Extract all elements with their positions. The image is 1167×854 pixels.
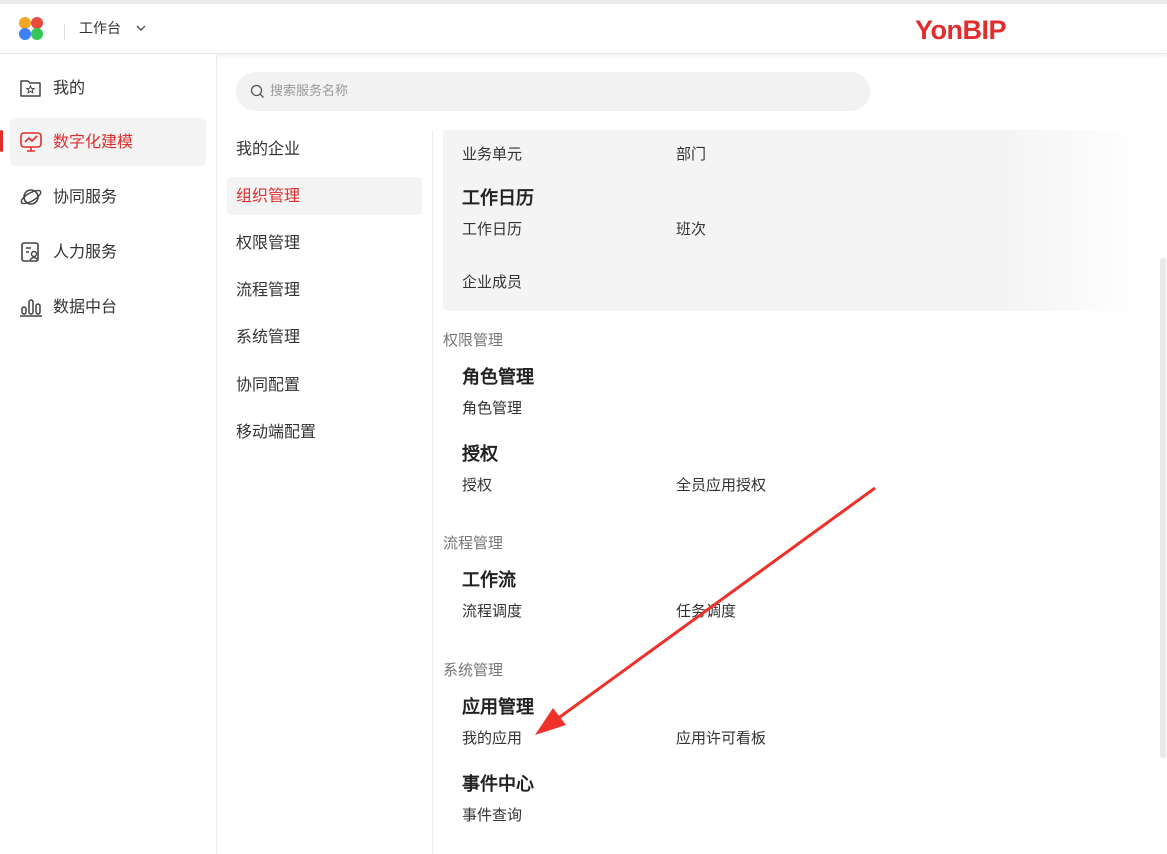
category-label: 系统管理 bbox=[236, 327, 301, 346]
category-org-management[interactable]: 组织管理 bbox=[227, 177, 422, 215]
category-label: 我的企业 bbox=[236, 139, 301, 158]
org-management-panel bbox=[443, 130, 1143, 311]
category-process-management[interactable]: 流程管理 bbox=[227, 271, 422, 309]
link-role-management[interactable]: 角色管理 bbox=[462, 398, 522, 418]
category-label: 流程管理 bbox=[236, 280, 301, 299]
sidebar-item-label: 数字化建模 bbox=[53, 132, 134, 151]
category-my-enterprise[interactable]: 我的企业 bbox=[227, 130, 422, 168]
group-title-app-management: 应用管理 bbox=[462, 697, 534, 718]
group-title-work-calendar: 工作日历 bbox=[462, 188, 534, 209]
group-title-event-center: 事件中心 bbox=[462, 774, 534, 795]
category-label: 权限管理 bbox=[236, 233, 301, 252]
section-title-permission: 权限管理 bbox=[443, 331, 504, 349]
category-list: 我的企业 组织管理 权限管理 流程管理 系统管理 协同配置 移动端配置 bbox=[217, 130, 433, 854]
planet-icon bbox=[20, 189, 42, 205]
link-all-member-app-auth[interactable]: 全员应用授权 bbox=[676, 475, 766, 495]
category-mobile-config[interactable]: 移动端配置 bbox=[227, 413, 422, 451]
link-my-apps[interactable]: 我的应用 bbox=[462, 728, 522, 748]
main-sidebar: 我的 数字化建模 协同服务 人力服务 数据中台 bbox=[0, 54, 217, 854]
service-content: 业务单元 部门 工作日历 工作日历 班次 企业成员 权限管理 角色管理 角色管理… bbox=[433, 130, 1167, 854]
category-collab-config[interactable]: 协同配置 bbox=[227, 366, 422, 404]
brand-logo: YonBIP bbox=[915, 15, 1007, 45]
link-business-unit[interactable]: 业务单元 bbox=[462, 144, 522, 164]
sidebar-item-hr[interactable]: 人力服务 bbox=[10, 228, 206, 276]
link-task-scheduling[interactable]: 任务调度 bbox=[676, 601, 736, 621]
sidebar-item-label: 人力服务 bbox=[53, 242, 118, 261]
search-icon bbox=[250, 84, 264, 98]
id-card-icon bbox=[21, 242, 39, 262]
service-search-box[interactable] bbox=[236, 72, 870, 111]
group-title-workflow: 工作流 bbox=[462, 570, 516, 591]
link-shift[interactable]: 班次 bbox=[676, 219, 706, 239]
link-app-license-board[interactable]: 应用许可看板 bbox=[676, 728, 766, 748]
sidebar-item-label: 我的 bbox=[53, 78, 86, 97]
link-authorization[interactable]: 授权 bbox=[462, 475, 492, 495]
link-process-scheduling[interactable]: 流程调度 bbox=[462, 601, 522, 621]
link-enterprise-members[interactable]: 企业成员 bbox=[462, 272, 522, 292]
category-label: 组织管理 bbox=[236, 186, 301, 205]
app-logo[interactable] bbox=[18, 17, 48, 43]
sidebar-item-label: 协同服务 bbox=[53, 187, 118, 206]
folder-star-icon bbox=[20, 80, 41, 97]
section-title-process: 流程管理 bbox=[443, 534, 504, 552]
monitor-chart-icon bbox=[20, 132, 42, 152]
group-title-role-management: 角色管理 bbox=[462, 367, 534, 388]
sidebar-item-label: 数据中台 bbox=[53, 297, 118, 316]
category-label: 协同配置 bbox=[236, 375, 301, 394]
link-work-calendar[interactable]: 工作日历 bbox=[462, 219, 522, 239]
sidebar-item-mine[interactable]: 我的 bbox=[10, 64, 206, 112]
category-permission-management[interactable]: 权限管理 bbox=[227, 224, 422, 262]
link-department[interactable]: 部门 bbox=[676, 144, 706, 164]
sidebar-item-collaboration[interactable]: 协同服务 bbox=[10, 173, 206, 221]
group-title-authorization: 授权 bbox=[462, 444, 498, 465]
chevron-down-icon[interactable] bbox=[134, 21, 148, 35]
sidebar-item-data-center[interactable]: 数据中台 bbox=[10, 283, 206, 331]
top-bar: 工作台 YonBIP bbox=[0, 0, 1167, 54]
sidebar-item-digital-modeling[interactable]: 数字化建模 bbox=[0, 118, 206, 166]
link-event-query[interactable]: 事件查询 bbox=[462, 805, 522, 825]
bar-chart-icon bbox=[20, 299, 42, 317]
search-input[interactable] bbox=[270, 80, 830, 102]
section-title-system: 系统管理 bbox=[443, 661, 504, 679]
header-divider bbox=[64, 24, 65, 40]
workspace-switcher-label[interactable]: 工作台 bbox=[79, 20, 121, 38]
content-scrollbar[interactable] bbox=[1160, 258, 1166, 758]
category-system-management[interactable]: 系统管理 bbox=[227, 318, 422, 356]
category-label: 移动端配置 bbox=[236, 422, 317, 441]
